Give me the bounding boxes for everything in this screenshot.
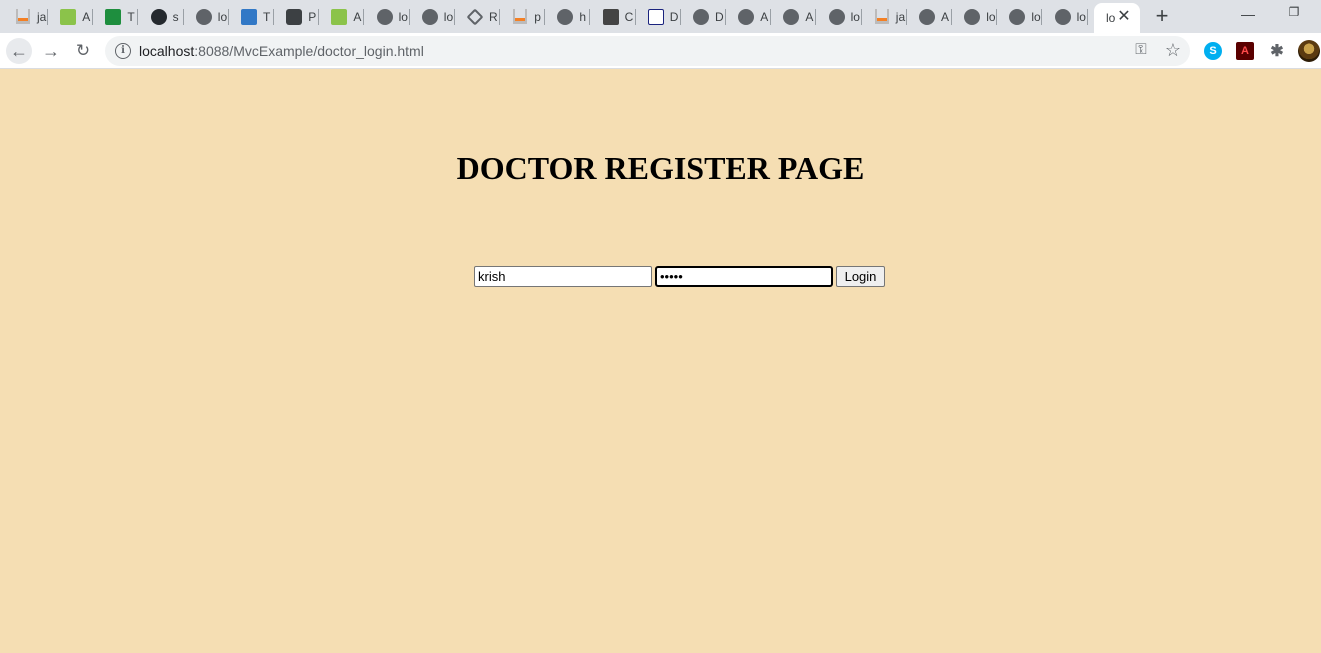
tab-label: A [760, 9, 769, 24]
url-path: :8088/MvcExample/doctor_login.html [194, 43, 424, 59]
tab-item[interactable]: p [500, 4, 546, 29]
username-input[interactable] [474, 266, 652, 287]
github-icon [150, 8, 167, 25]
tab-item[interactable]: D [636, 4, 681, 29]
tab-item[interactable]: A [48, 4, 94, 29]
tab-label: A [353, 9, 362, 24]
globe-icon [919, 8, 935, 25]
tab-item[interactable]: T [229, 4, 274, 29]
tab-label: T [127, 9, 135, 24]
tab-label: T [263, 9, 271, 24]
tab-label: C [624, 9, 634, 24]
site-info-icon[interactable]: i [115, 43, 131, 59]
globe-icon [693, 8, 709, 25]
new-tab-icon[interactable]: + [1151, 5, 1173, 27]
globe-icon [783, 8, 800, 25]
tab-item[interactable]: lo [184, 4, 229, 29]
tab-item[interactable]: A [907, 4, 952, 29]
address-bar[interactable]: i localhost:8088/MvcExample/doctor_login… [105, 36, 1190, 66]
globe-icon [1054, 8, 1071, 25]
tab-item[interactable]: h [545, 4, 591, 29]
w3schools-icon [60, 8, 77, 25]
w3schools-icon [331, 8, 348, 25]
pdf-extension-icon[interactable]: A [1236, 42, 1254, 60]
tab-item[interactable]: lo [365, 4, 410, 29]
stackoverflow-icon [15, 9, 31, 25]
globe-icon [738, 8, 755, 25]
globe-icon [195, 8, 212, 25]
tab-label: lo [850, 9, 860, 24]
tab-active-label: lo [1106, 11, 1116, 25]
tab-item[interactable]: D [681, 4, 726, 29]
globe-icon [964, 8, 981, 25]
tab-label: lo [217, 9, 228, 24]
tab-label: D [715, 9, 724, 24]
globe-icon [557, 8, 574, 25]
tab-label: lo [398, 9, 408, 24]
globe-icon [828, 8, 845, 25]
skype-extension-icon[interactable]: S [1204, 42, 1222, 60]
tab-label: p [534, 9, 541, 24]
globe-icon [421, 8, 438, 25]
tab-item[interactable]: lo [410, 4, 455, 29]
password-key-icon[interactable]: ⚿ [1132, 41, 1150, 59]
tab-item[interactable]: R [455, 4, 500, 29]
url-text[interactable]: localhost:8088/MvcExample/doctor_login.h… [139, 43, 424, 59]
tab-item[interactable]: ja [862, 4, 907, 29]
close-tab-icon[interactable]: ✕ [1116, 9, 1132, 25]
minimize-window-icon[interactable]: — [1240, 6, 1256, 22]
tab-item[interactable]: lo [1043, 4, 1088, 29]
tab-item[interactable]: ja [3, 4, 48, 29]
forward-arrow-icon[interactable]: → [38, 38, 64, 64]
jboss-icon [602, 8, 619, 25]
tab-label: s [172, 9, 179, 24]
tab-label: lo [986, 9, 996, 24]
page-title: DOCTOR REGISTER PAGE [456, 150, 865, 186]
dj-icon [647, 8, 664, 25]
tab-item[interactable]: T [93, 4, 139, 29]
globe-icon [376, 8, 393, 25]
extensions-puzzle-icon[interactable]: ✱ [1268, 42, 1286, 60]
profile-avatar[interactable] [1298, 40, 1320, 62]
password-input[interactable] [655, 266, 833, 287]
tab-label: h [579, 9, 587, 24]
restore-window-icon[interactable]: ❐ [1286, 5, 1302, 21]
tab-label: ja [895, 9, 906, 24]
tab-label: A [82, 9, 91, 24]
page-content: DOCTOR REGISTER PAGE Login [0, 70, 1321, 653]
tab-label: lo [1031, 9, 1041, 24]
tab-label: R [489, 9, 498, 24]
browser-toolbar: ← → ↻ i localhost:8088/MvcExample/doctor… [0, 33, 1321, 69]
tab-item[interactable]: A [771, 4, 817, 29]
tab-item[interactable]: lo [817, 4, 862, 29]
typescript-icon [241, 8, 257, 25]
tab-label: A [941, 9, 950, 24]
globe-icon [1009, 8, 1026, 25]
bookmark-star-icon[interactable]: ☆ [1163, 40, 1183, 60]
back-arrow-icon[interactable]: ← [6, 38, 32, 64]
tab-label: P [308, 9, 317, 24]
tab-label: D [669, 9, 679, 24]
url-host: localhost [139, 43, 195, 59]
tab-label: A [805, 9, 814, 24]
stackoverflow-icon [512, 9, 528, 25]
tab-item[interactable]: s [139, 4, 184, 29]
tab-item[interactable]: lo [952, 4, 998, 29]
tab-item[interactable]: C [591, 4, 636, 29]
stackoverflow-icon [874, 9, 890, 25]
tab-item[interactable]: A [726, 4, 772, 29]
tab-label: lo [443, 9, 454, 24]
tab-strip: ja A Ts lo T P Alo lo Rp h C D D A Alo ja Alo lo lo lo ✕ +… [0, 0, 1321, 33]
diamond-icon [466, 8, 484, 25]
reload-icon[interactable]: ↻ [70, 38, 96, 64]
tab-item[interactable]: P [274, 4, 320, 29]
login-button[interactable]: Login [836, 266, 885, 287]
tab-item[interactable]: A [319, 4, 365, 29]
tab-label: ja [37, 9, 47, 24]
pocket-icon [286, 8, 303, 25]
tc-icon [105, 8, 122, 25]
tab-item[interactable]: lo [997, 4, 1043, 29]
tab-label: lo [1076, 9, 1086, 24]
